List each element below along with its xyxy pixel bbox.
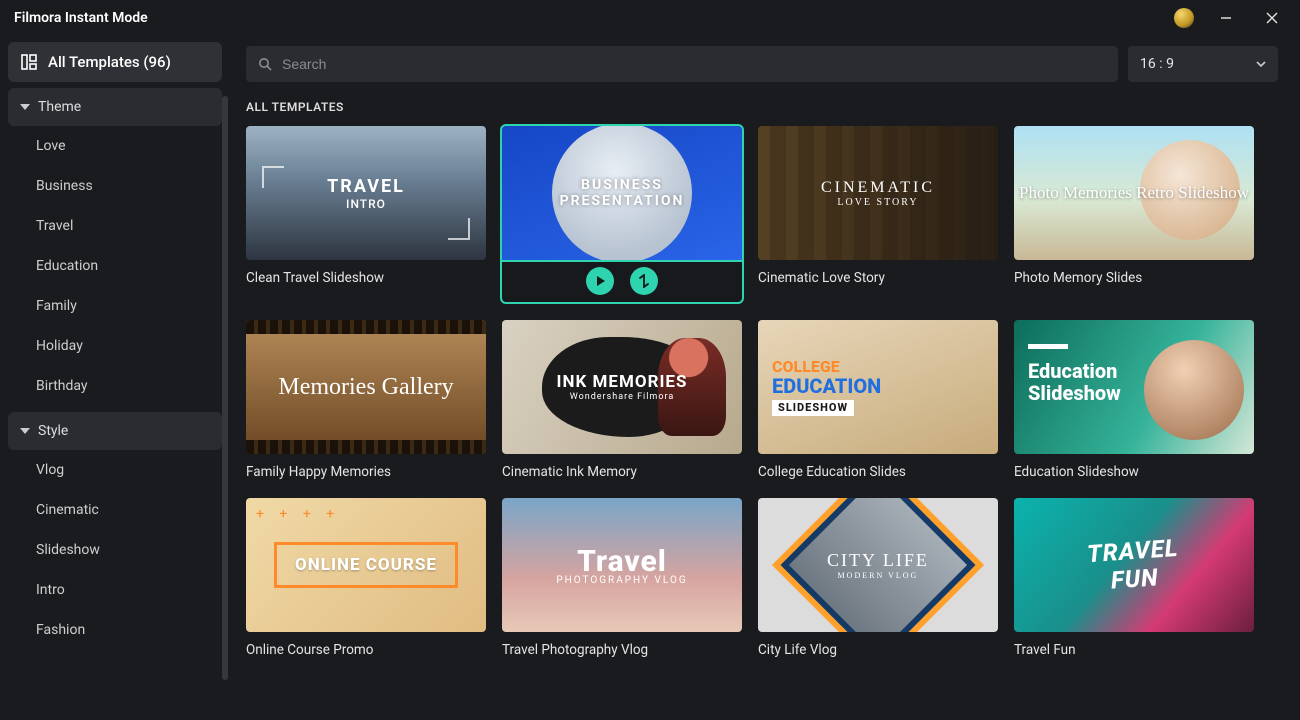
template-name: Online Course Promo [246, 642, 486, 658]
sidebar-group-theme-label: Theme [38, 99, 81, 115]
template-thumbnail: Memories Gallery [246, 320, 486, 454]
aspect-ratio-value: 16 : 9 [1140, 56, 1174, 72]
template-thumbnail: TRAVELINTRO [246, 126, 486, 260]
content-area: 16 : 9 ALL TEMPLATES TRAVELINTRO Clean T… [230, 36, 1300, 720]
template-card[interactable]: EducationSlideshow Education Slideshow [1014, 320, 1254, 480]
template-name: Education Slideshow [1014, 464, 1254, 480]
template-thumbnail: BUSINESSPRESENTATION [502, 126, 742, 260]
sidebar-item-love[interactable]: Love [8, 126, 222, 166]
template-name: Clean Travel Slideshow [246, 270, 486, 286]
template-name: Cinematic Ink Memory [502, 464, 742, 480]
preview-play-button[interactable] [586, 267, 614, 295]
toolbar: 16 : 9 [246, 46, 1278, 82]
template-name: Cinematic Love Story [758, 270, 998, 286]
sidebar-item-birthday[interactable]: Birthday [8, 366, 222, 406]
template-name: Family Happy Memories [246, 464, 486, 480]
template-thumbnail: EducationSlideshow [1014, 320, 1254, 454]
sidebar-item-travel[interactable]: Travel [8, 206, 222, 246]
sidebar-item-cinematic[interactable]: Cinematic [8, 490, 222, 530]
template-card[interactable]: Travel PHOTOGRAPHY VLOG Travel Photograp… [502, 498, 742, 658]
template-thumbnail: CITY LIFEMODERN VLOG [758, 498, 998, 632]
template-card[interactable]: Photo Memories Retro Slideshow Photo Mem… [1014, 126, 1254, 302]
template-thumbnail: + + + + ONLINE COURSE [246, 498, 486, 632]
chevron-down-icon [1256, 59, 1266, 69]
search-input[interactable] [282, 56, 1106, 72]
replace-media-button[interactable] [630, 267, 658, 295]
template-thumbnail: INK MEMORIES Wondershare Filmora [502, 320, 742, 454]
template-name: City Life Vlog [758, 642, 998, 658]
search-box[interactable] [246, 46, 1118, 82]
sidebar-all-templates[interactable]: All Templates (96) [8, 42, 222, 82]
sidebar-item-fashion[interactable]: Fashion [8, 610, 222, 650]
aspect-ratio-select[interactable]: 16 : 9 [1128, 46, 1278, 82]
template-thumbnail: TRAVELFUN [1014, 498, 1254, 632]
template-card[interactable]: BUSINESSPRESENTATION [502, 126, 742, 302]
sidebar-group-style[interactable]: Style [8, 412, 222, 450]
sidebar-item-intro[interactable]: Intro [8, 570, 222, 610]
minimize-button[interactable] [1212, 4, 1240, 32]
template-card[interactable]: Memories Gallery Family Happy Memories [246, 320, 486, 480]
sidebar-item-slideshow[interactable]: Slideshow [8, 530, 222, 570]
sidebar-item-education[interactable]: Education [8, 246, 222, 286]
template-name: Travel Photography Vlog [502, 642, 742, 658]
template-card[interactable]: INK MEMORIES Wondershare Filmora Cinemat… [502, 320, 742, 480]
window-controls [1174, 4, 1286, 32]
chevron-down-icon [20, 426, 30, 436]
template-card[interactable]: CINEMATICLOVE STORY Cinematic Love Story [758, 126, 998, 302]
template-name: College Education Slides [758, 464, 998, 480]
template-thumbnail: Photo Memories Retro Slideshow [1014, 126, 1254, 260]
section-title: ALL TEMPLATES [246, 100, 1278, 114]
templates-grid-icon [20, 53, 38, 71]
search-icon [258, 57, 272, 71]
templates-grid: TRAVELINTRO Clean Travel Slideshow BUSIN… [246, 126, 1278, 658]
close-button[interactable] [1258, 4, 1286, 32]
app-title: Filmora Instant Mode [14, 10, 148, 26]
sidebar-group-style-label: Style [38, 423, 68, 439]
sidebar-item-holiday[interactable]: Holiday [8, 326, 222, 366]
template-thumbnail: CINEMATICLOVE STORY [758, 126, 998, 260]
template-actions [502, 260, 742, 302]
template-thumbnail: COLLEGE EDUCATION SLIDESHOW [758, 320, 998, 454]
template-name: Photo Memory Slides [1014, 270, 1254, 286]
template-card[interactable]: TRAVELFUN Travel Fun [1014, 498, 1254, 658]
template-card[interactable]: TRAVELINTRO Clean Travel Slideshow [246, 126, 486, 302]
sidebar-item-family[interactable]: Family [8, 286, 222, 326]
template-thumbnail: Travel PHOTOGRAPHY VLOG [502, 498, 742, 632]
sidebar-item-vlog[interactable]: Vlog [8, 450, 222, 490]
sidebar-item-business[interactable]: Business [8, 166, 222, 206]
template-name: Travel Fun [1014, 642, 1254, 658]
chevron-down-icon [20, 102, 30, 112]
sidebar-group-theme[interactable]: Theme [8, 88, 222, 126]
sidebar: All Templates (96) Theme Love Business T… [0, 36, 230, 720]
sidebar-all-label: All Templates (96) [48, 53, 171, 71]
template-card[interactable]: CITY LIFEMODERN VLOG City Life Vlog [758, 498, 998, 658]
user-avatar-icon[interactable] [1174, 8, 1194, 28]
template-card[interactable]: COLLEGE EDUCATION SLIDESHOW College Educ… [758, 320, 998, 480]
titlebar: Filmora Instant Mode [0, 0, 1300, 36]
template-card[interactable]: + + + + ONLINE COURSE Online Course Prom… [246, 498, 486, 658]
